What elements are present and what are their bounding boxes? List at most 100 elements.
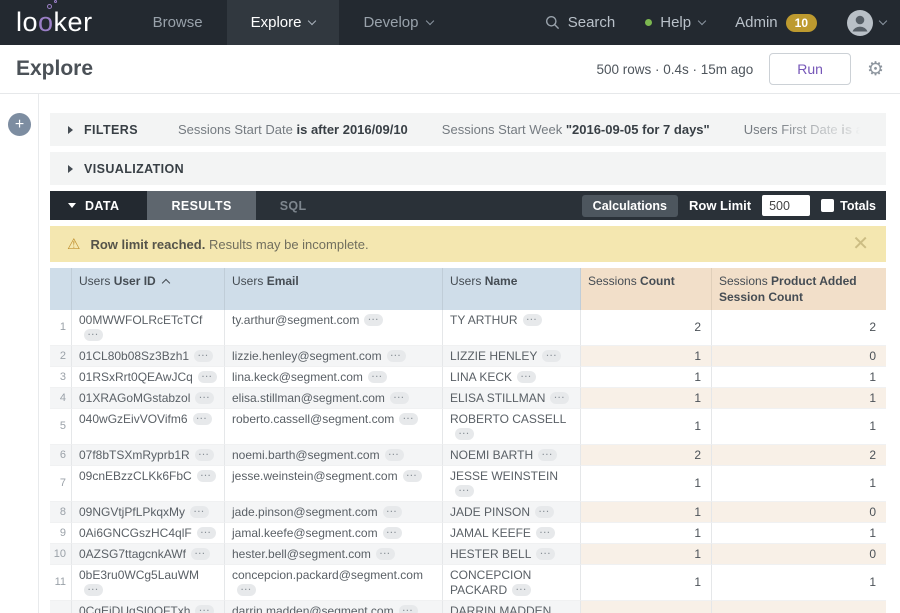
cell-user-id[interactable]: 00MWWFOLRcETcTCf···: [72, 310, 225, 346]
nav-item-browse[interactable]: Browse: [129, 0, 227, 45]
cell-email[interactable]: lizzie.henley@segment.com···: [225, 346, 443, 367]
cell-product-added-count[interactable]: 1: [712, 565, 886, 601]
help-menu[interactable]: Help: [645, 14, 705, 31]
cell-name[interactable]: ELISA STILLMAN···: [443, 388, 581, 409]
looker-logo[interactable]: looker: [16, 0, 93, 45]
cell-user-id[interactable]: 0bE3ru0WCg5LauWM···: [72, 565, 225, 601]
cell-name[interactable]: NOEMI BARTH···: [443, 445, 581, 466]
cell-menu-icon[interactable]: ···: [193, 413, 212, 425]
cell-product-added-count[interactable]: 1: [712, 466, 886, 502]
cell-menu-icon[interactable]: ···: [376, 548, 395, 560]
cell-menu-icon[interactable]: ···: [383, 506, 402, 518]
cell-name[interactable]: LIZZIE HENLEY···: [443, 346, 581, 367]
cell-menu-icon[interactable]: ···: [195, 605, 214, 613]
cell-menu-icon[interactable]: ···: [399, 413, 418, 425]
cell-menu-icon[interactable]: ···: [390, 392, 409, 404]
cell-menu-icon[interactable]: ···: [191, 548, 210, 560]
cell-menu-icon[interactable]: ···: [364, 314, 383, 326]
calculations-button[interactable]: Calculations: [582, 195, 678, 217]
cell-product-added-count[interactable]: 2: [712, 310, 886, 346]
cell-sessions-count[interactable]: 1: [581, 388, 712, 409]
cell-user-id[interactable]: 09cnEBzzCLKk6FbC···: [72, 466, 225, 502]
cell-menu-icon[interactable]: ···: [197, 527, 216, 539]
cell-product-added-count[interactable]: 0: [712, 502, 886, 523]
cell-user-id[interactable]: 01XRAGoMGstabzol···: [72, 388, 225, 409]
cell-product-added-count[interactable]: 0: [712, 544, 886, 565]
cell-menu-icon[interactable]: ···: [84, 584, 103, 596]
cell-menu-icon[interactable]: ···: [84, 329, 103, 341]
cell-sessions-count[interactable]: 1: [581, 523, 712, 544]
cell-name[interactable]: DARRIN MADDEN···: [443, 601, 581, 613]
add-field-button[interactable]: +: [8, 113, 31, 136]
cell-menu-icon[interactable]: ···: [455, 485, 474, 497]
cell-sessions-count[interactable]: 1: [581, 544, 712, 565]
cell-name[interactable]: TY ARTHUR···: [443, 310, 581, 346]
cell-product-added-count[interactable]: 1: [712, 601, 886, 613]
cell-name[interactable]: ROBERTO CASSELL···: [443, 409, 581, 445]
cell-menu-icon[interactable]: ···: [403, 470, 422, 482]
totals-checkbox[interactable]: [821, 199, 834, 212]
cell-menu-icon[interactable]: ···: [194, 350, 213, 362]
nav-item-develop[interactable]: Develop: [339, 0, 456, 45]
cell-sessions-count[interactable]: 1: [581, 367, 712, 388]
filter-item[interactable]: Sessions Start Date is after 2016/09/10: [178, 122, 408, 137]
cell-menu-icon[interactable]: ···: [536, 548, 555, 560]
cell-menu-icon[interactable]: ···: [542, 350, 561, 362]
cell-email[interactable]: hester.bell@segment.com···: [225, 544, 443, 565]
cell-menu-icon[interactable]: ···: [512, 584, 531, 596]
tab-sql[interactable]: SQL: [256, 191, 331, 220]
cell-menu-icon[interactable]: ···: [399, 605, 418, 613]
cell-menu-icon[interactable]: ···: [536, 527, 555, 539]
cell-menu-icon[interactable]: ···: [387, 350, 406, 362]
cell-name[interactable]: JAMAL KEEFE···: [443, 523, 581, 544]
cell-menu-icon[interactable]: ···: [538, 449, 557, 461]
cell-menu-icon[interactable]: ···: [383, 527, 402, 539]
filter-item[interactable]: Sessions Start Week "2016-09-05 for 7 da…: [442, 122, 710, 137]
cell-menu-icon[interactable]: ···: [550, 392, 569, 404]
cell-email[interactable]: roberto.cassell@segment.com···: [225, 409, 443, 445]
column-header-product-added[interactable]: Sessions Product Added Session Count: [712, 268, 886, 310]
cell-name[interactable]: HESTER BELL···: [443, 544, 581, 565]
cell-menu-icon[interactable]: ···: [535, 506, 554, 518]
visualization-toggle[interactable]: VISUALIZATION: [68, 162, 184, 176]
cell-user-id[interactable]: 09NGVtjPfLPkqxMy···: [72, 502, 225, 523]
data-toggle[interactable]: DATA: [50, 191, 147, 220]
row-limit-input[interactable]: [762, 195, 810, 216]
cell-email[interactable]: darrin.madden@segment.com···: [225, 601, 443, 613]
cell-menu-icon[interactable]: ···: [385, 449, 404, 461]
cell-user-id[interactable]: 07f8bTSXmRyprb1R···: [72, 445, 225, 466]
cell-menu-icon[interactable]: ···: [517, 371, 536, 383]
user-menu[interactable]: [847, 10, 886, 36]
cell-menu-icon[interactable]: ···: [195, 392, 214, 404]
column-header-email[interactable]: Users Email: [225, 268, 443, 310]
cell-product-added-count[interactable]: 1: [712, 367, 886, 388]
cell-menu-icon[interactable]: ···: [237, 584, 256, 596]
cell-email[interactable]: jade.pinson@segment.com···: [225, 502, 443, 523]
cell-user-id[interactable]: 0CqEiDUgSI0OFTxh···: [72, 601, 225, 613]
filters-toggle[interactable]: FILTERS: [68, 123, 138, 137]
run-button[interactable]: Run: [769, 53, 851, 85]
cell-user-id[interactable]: 01CL80b08Sz3Bzh1···: [72, 346, 225, 367]
cell-product-added-count[interactable]: 2: [712, 445, 886, 466]
cell-email[interactable]: elisa.stillman@segment.com···: [225, 388, 443, 409]
cell-product-added-count[interactable]: 1: [712, 409, 886, 445]
cell-menu-icon[interactable]: ···: [195, 449, 214, 461]
cell-name[interactable]: LINA KECK···: [443, 367, 581, 388]
cell-name[interactable]: JADE PINSON···: [443, 502, 581, 523]
cell-menu-icon[interactable]: ···: [455, 428, 474, 440]
nav-item-explore[interactable]: Explore: [227, 0, 340, 45]
search-button[interactable]: Search: [545, 14, 616, 31]
cell-product-added-count[interactable]: 0: [712, 346, 886, 367]
tab-results[interactable]: RESULTS: [147, 191, 255, 220]
cell-email[interactable]: ty.arthur@segment.com···: [225, 310, 443, 346]
cell-user-id[interactable]: 01RSxRrt0QEAwJCq···: [72, 367, 225, 388]
cell-sessions-count[interactable]: 2: [581, 445, 712, 466]
cell-menu-icon[interactable]: ···: [523, 314, 542, 326]
cell-menu-icon[interactable]: ···: [368, 371, 387, 383]
cell-product-added-count[interactable]: 1: [712, 523, 886, 544]
gear-icon[interactable]: ⚙: [867, 60, 884, 79]
cell-user-id[interactable]: 0Ai6GNCGszHC4qlF···: [72, 523, 225, 544]
cell-sessions-count[interactable]: 1: [581, 502, 712, 523]
cell-email[interactable]: lina.keck@segment.com···: [225, 367, 443, 388]
cell-sessions-count[interactable]: 1: [581, 346, 712, 367]
